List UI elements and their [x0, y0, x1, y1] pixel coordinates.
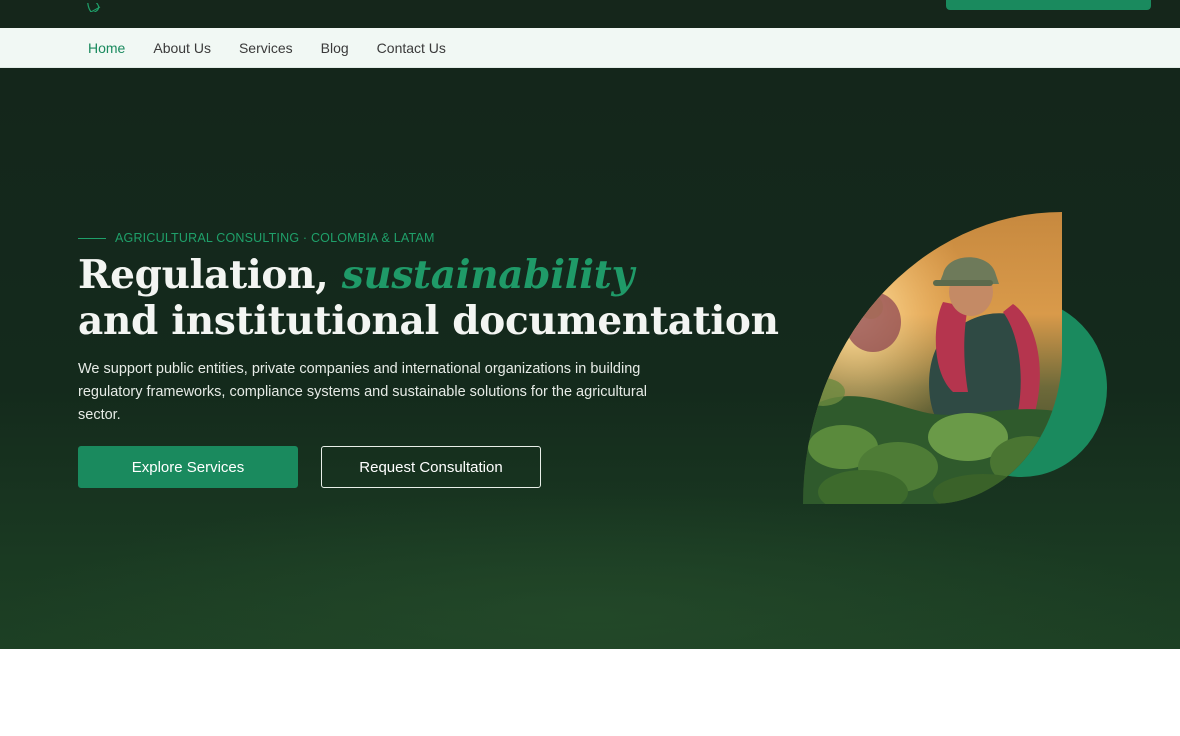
nav-item-services[interactable]: Services [239, 40, 293, 56]
hero-title: Regulation, sustainability and instituti… [78, 252, 779, 344]
hero-title-part-1: Regulation, [78, 252, 342, 298]
nav-item-blog[interactable]: Blog [321, 40, 349, 56]
hero-visual [803, 212, 1113, 512]
request-consultation-button[interactable]: Request Consultation [321, 446, 541, 488]
top-header [0, 0, 1180, 28]
eyebrow-text: AGRICULTURAL CONSULTING · COLOMBIA & LAT… [115, 231, 435, 245]
eyebrow-line [78, 237, 106, 239]
hero-title-accent: sustainability [341, 252, 634, 298]
hero-description: We support public entities, private comp… [78, 361, 647, 423]
hero-eyebrow: AGRICULTURAL CONSULTING · COLOMBIA & LAT… [78, 228, 435, 248]
hero-title-line-2: and institutional documentation [78, 298, 779, 344]
hero-section: AGRICULTURAL CONSULTING · COLOMBIA & LAT… [0, 68, 1180, 649]
hero-photo-farmer [803, 212, 1062, 504]
nav-list: Home About Us Services Blog Contact Us [88, 28, 474, 68]
hero-background-haze [0, 488, 1180, 649]
header-cta-button[interactable] [946, 0, 1151, 10]
nav-item-contact-us[interactable]: Contact Us [377, 40, 446, 56]
nav-item-home[interactable]: Home [88, 40, 125, 56]
hero-title-line-1: Regulation, sustainability [78, 252, 718, 298]
main-nav: Home About Us Services Blog Contact Us [0, 28, 1180, 68]
explore-services-button[interactable]: Explore Services [78, 446, 298, 488]
nav-item-about-us[interactable]: About Us [153, 40, 211, 56]
leaf-logo-icon[interactable] [86, 0, 116, 12]
